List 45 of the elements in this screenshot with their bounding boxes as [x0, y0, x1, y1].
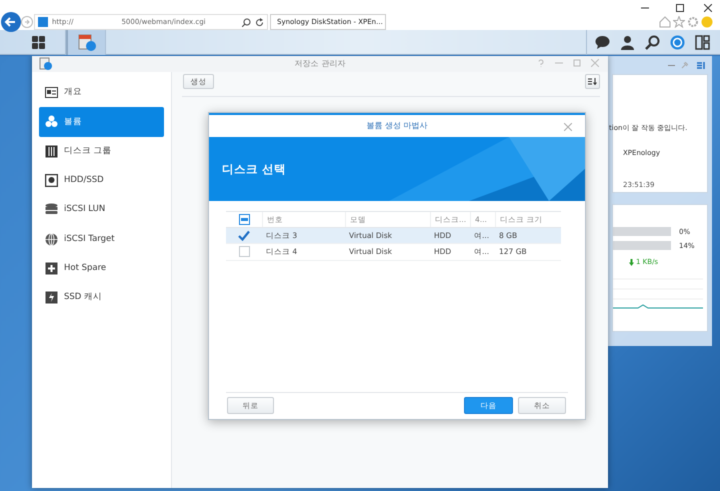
select-all-checkbox[interactable]: [238, 214, 250, 225]
meter-track: [613, 227, 671, 236]
star-icon[interactable]: [673, 16, 685, 28]
settings-icon[interactable]: [687, 16, 699, 28]
widget-icon[interactable]: [670, 34, 685, 50]
search-icon[interactable]: [242, 18, 251, 26]
meter-track: [613, 241, 671, 250]
sidebar-item[interactable]: 개요: [39, 78, 164, 108]
globe-icon: [45, 232, 58, 246]
close-icon[interactable]: [704, 4, 712, 12]
plus-drive-icon: [45, 262, 58, 275]
home-icon[interactable]: [659, 16, 671, 28]
layout-icon[interactable]: [695, 34, 710, 50]
window-title: 저장소 관리자: [294, 58, 346, 70]
sidebar-item[interactable]: SSD 캐시: [39, 283, 164, 312]
user-icon[interactable]: [620, 34, 635, 50]
hard-drive-icon: [45, 174, 58, 188]
storage-app-icon[interactable]: [78, 33, 96, 51]
sidebar-item[interactable]: iSCSI Target: [39, 224, 164, 254]
refresh-icon[interactable]: [255, 18, 264, 26]
sidebar-item[interactable]: Hot Spare: [39, 254, 164, 284]
download-icon: [629, 258, 634, 266]
bolt-drive-icon: [45, 291, 58, 304]
circles-icon: [45, 115, 58, 128]
forward-icon[interactable]: [21, 16, 33, 28]
sidebar-item[interactable]: HDD/SSD: [39, 166, 164, 196]
sort-button[interactable]: [585, 74, 600, 89]
database-icon: [45, 203, 58, 216]
sidebar-item[interactable]: 디스크 그룹: [39, 136, 164, 166]
step-title: 디스크 선택: [222, 161, 286, 178]
checkbox[interactable]: [238, 246, 250, 258]
site-icon: [38, 17, 48, 27]
sidebar-item[interactable]: 볼륨: [39, 107, 164, 137]
disk-group-icon: [45, 144, 58, 158]
back-icon[interactable]: [1, 12, 21, 32]
dialog-title: 볼륨 생성 마법사: [366, 120, 428, 132]
menu-icon[interactable]: [697, 62, 705, 69]
chat-icon[interactable]: [595, 34, 610, 50]
main-menu-icon[interactable]: [32, 36, 45, 48]
search-icon[interactable]: [645, 34, 660, 50]
maximize-icon[interactable]: [676, 4, 684, 12]
sort-icon: [588, 78, 597, 85]
checkbox-checked[interactable]: [238, 230, 250, 241]
card-icon: [45, 86, 58, 100]
sidebar-item[interactable]: iSCSI LUN: [39, 195, 164, 224]
